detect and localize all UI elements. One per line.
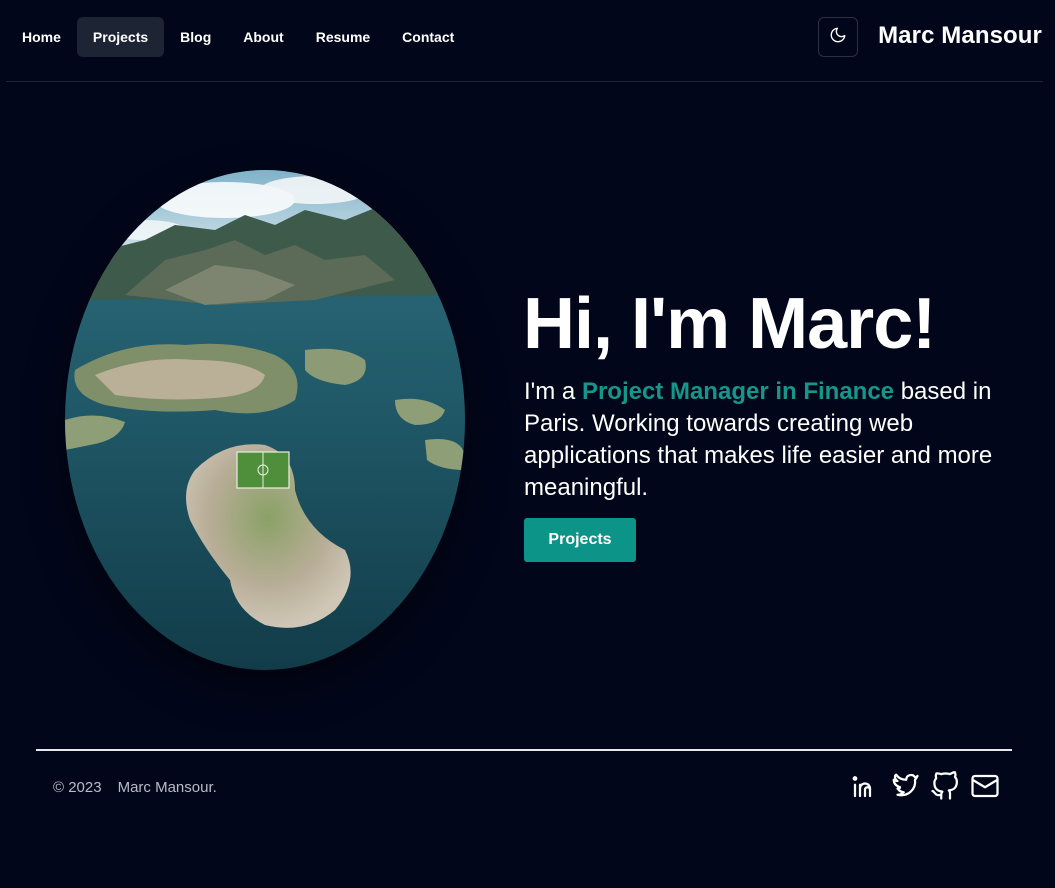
nav-projects[interactable]: Projects bbox=[76, 17, 165, 57]
main-nav: Home Projects Blog About Resume Contact bbox=[6, 17, 470, 57]
github-icon[interactable] bbox=[930, 770, 960, 802]
mail-icon[interactable] bbox=[970, 770, 1000, 802]
copyright: © 2023 Marc Mansour. bbox=[53, 779, 217, 796]
copyright-name: Marc Mansour. bbox=[117, 779, 217, 796]
social-links bbox=[850, 770, 1000, 802]
footer-divider bbox=[36, 749, 1012, 751]
copyright-year: © 2023 bbox=[53, 779, 102, 796]
linkedin-icon[interactable] bbox=[850, 770, 880, 802]
header-divider bbox=[6, 81, 1043, 82]
hero-title: Hi, I'm Marc! bbox=[523, 284, 936, 364]
nav-contact[interactable]: Contact bbox=[386, 17, 470, 57]
twitter-icon[interactable] bbox=[890, 770, 920, 802]
brand-name[interactable]: Marc Mansour bbox=[878, 22, 1042, 50]
moon-icon bbox=[829, 26, 847, 49]
role-highlight: Project Manager in Finance bbox=[581, 378, 895, 405]
projects-button[interactable]: Projects bbox=[524, 518, 636, 562]
nav-blog[interactable]: Blog bbox=[164, 17, 227, 57]
nav-about[interactable]: About bbox=[227, 17, 299, 57]
theme-toggle-button[interactable] bbox=[818, 17, 858, 57]
nav-home[interactable]: Home bbox=[6, 17, 77, 57]
nav-resume[interactable]: Resume bbox=[300, 17, 386, 57]
intro-prefix: I'm a bbox=[524, 378, 582, 405]
hero-photo bbox=[65, 170, 465, 670]
hero-intro: I'm a Project Manager in Finance based i… bbox=[524, 376, 1034, 504]
page: Home Projects Blog About Resume Contact … bbox=[0, 0, 1055, 888]
